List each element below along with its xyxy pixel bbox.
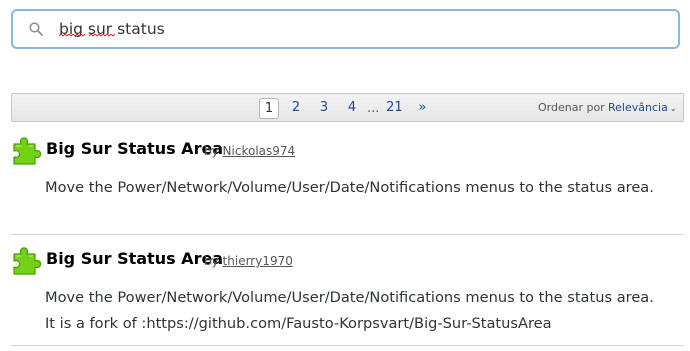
search-input[interactable] bbox=[59, 16, 659, 42]
result-byline: by thierry1970 bbox=[204, 254, 293, 268]
search-icon bbox=[29, 22, 43, 36]
page-next-link[interactable]: » bbox=[411, 98, 433, 118]
page-4-link[interactable]: 4 bbox=[341, 98, 363, 118]
result-item: Big Sur Status Area by thierry1970 Move … bbox=[11, 245, 684, 346]
page-ellipsis: ... bbox=[367, 100, 380, 116]
puzzle-piece-icon bbox=[13, 247, 41, 275]
result-title-link[interactable]: Big Sur Status Area bbox=[46, 139, 223, 158]
pagination: 1 2 3 4 ... 21 » bbox=[259, 97, 439, 119]
page-3-link[interactable]: 3 bbox=[313, 98, 335, 118]
spellcheck-underline bbox=[59, 34, 115, 37]
result-description: Move the Power/Network/Volume/User/Date/… bbox=[45, 289, 654, 332]
sort-dropdown[interactable]: Relevância ⌄ bbox=[608, 101, 677, 114]
puzzle-piece-icon bbox=[13, 137, 41, 165]
by-label: by bbox=[204, 254, 219, 268]
result-title-link[interactable]: Big Sur Status Area bbox=[46, 249, 223, 268]
result-item: Big Sur Status Area by Nickolas974 Move … bbox=[11, 135, 684, 235]
by-label: by bbox=[204, 144, 219, 158]
chevron-down-icon: ⌄ bbox=[669, 104, 677, 113]
sort-selected-value: Relevância bbox=[608, 101, 668, 114]
pagination-bar: 1 2 3 4 ... 21 » Ordenar por Relevância ⌄ bbox=[11, 93, 684, 122]
search-box[interactable] bbox=[11, 9, 680, 49]
page-2-link[interactable]: 2 bbox=[285, 98, 307, 118]
result-byline: by Nickolas974 bbox=[204, 144, 295, 158]
author-link[interactable]: thierry1970 bbox=[223, 254, 293, 268]
page-last-link[interactable]: 21 bbox=[383, 98, 405, 118]
result-description: Move the Power/Network/Volume/User/Date/… bbox=[45, 179, 654, 196]
author-link[interactable]: Nickolas974 bbox=[223, 144, 296, 158]
page-1-current[interactable]: 1 bbox=[259, 97, 279, 119]
sort-label: Ordenar por bbox=[538, 101, 605, 114]
